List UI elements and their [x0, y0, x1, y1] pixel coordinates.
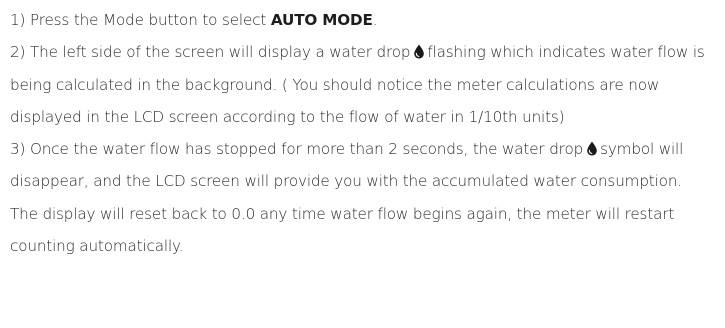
auto-mode-label: AUTO MODE: [270, 11, 373, 29]
step-3: 3) Once the water flow has stopped for m…: [10, 133, 707, 262]
step-1-period: .: [372, 11, 378, 29]
water-drop-icon: [586, 141, 598, 156]
step-2-text-before: 2) The left side of the screen will disp…: [10, 43, 411, 62]
instructions-document: 1) Press the Mode button to select AUTO …: [0, 0, 725, 328]
step-1: 1) Press the Mode button to select AUTO …: [10, 4, 707, 36]
step-1-text: 1) Press the Mode button to select: [10, 11, 271, 29]
step-2: 2) The left side of the screen will disp…: [10, 36, 707, 133]
step-3-text-before: 3) Once the water flow has stopped for m…: [10, 140, 584, 159]
water-drop-icon: [413, 44, 425, 59]
